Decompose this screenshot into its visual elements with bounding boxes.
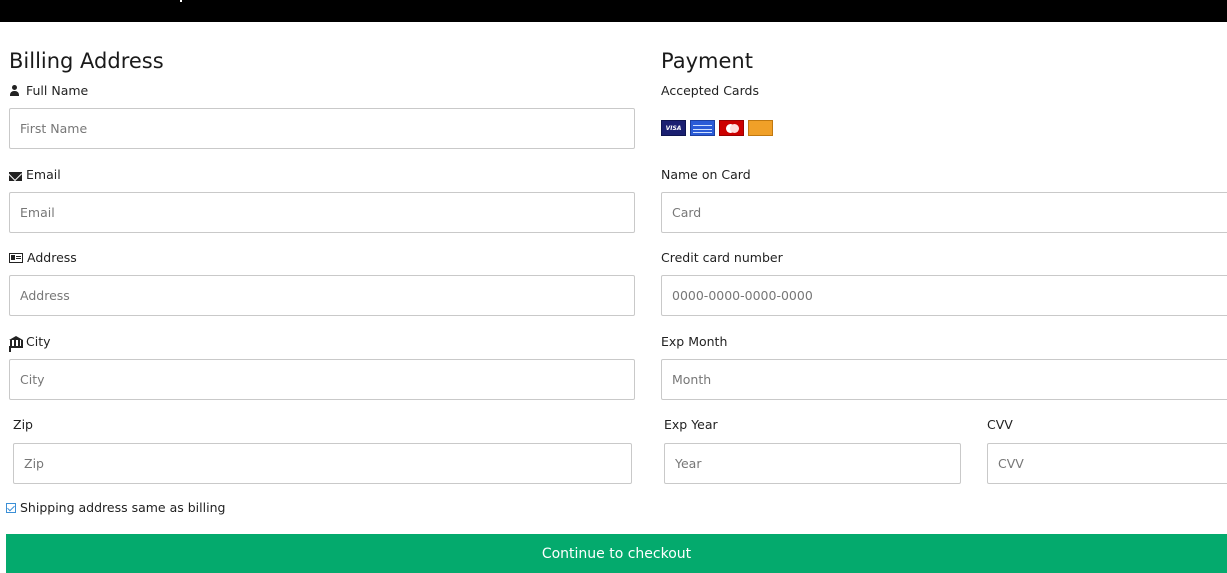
payment-title: Payment bbox=[661, 49, 753, 73]
address-input[interactable] bbox=[9, 275, 635, 316]
top-bar-glyph bbox=[180, 0, 188, 2]
zip-label-text: Zip bbox=[13, 417, 33, 432]
accepted-cards-label: Accepted Cards bbox=[661, 83, 759, 98]
accepted-cards: VISA bbox=[661, 120, 773, 136]
exp-year-input[interactable] bbox=[664, 443, 961, 484]
discover-card-icon bbox=[748, 120, 773, 136]
exp-month-input[interactable] bbox=[661, 359, 1227, 400]
name-on-card-label: Name on Card bbox=[661, 167, 751, 182]
full-name-input[interactable] bbox=[9, 108, 635, 149]
card-number-input[interactable] bbox=[661, 275, 1227, 316]
shipping-same-checkbox[interactable] bbox=[6, 502, 16, 513]
institution-icon bbox=[9, 336, 23, 348]
city-label: City bbox=[9, 334, 51, 350]
zip-input[interactable] bbox=[13, 443, 632, 484]
exp-month-label: Exp Month bbox=[661, 334, 728, 349]
full-name-label: Full Name bbox=[9, 83, 88, 99]
card-number-label: Credit card number bbox=[661, 250, 783, 265]
city-input[interactable] bbox=[9, 359, 635, 400]
card-name-input[interactable] bbox=[661, 192, 1227, 233]
mastercard-icon bbox=[719, 120, 744, 136]
continue-to-checkout-button[interactable]: Continue to checkout bbox=[6, 534, 1227, 573]
user-icon bbox=[9, 85, 22, 97]
shipping-same-label: Shipping address same as billing bbox=[20, 500, 226, 515]
visa-card-icon: VISA bbox=[661, 120, 686, 136]
envelope-icon bbox=[9, 171, 22, 181]
amex-card-icon bbox=[690, 120, 715, 136]
city-label-text: City bbox=[26, 334, 51, 349]
email-label: Email bbox=[9, 167, 61, 183]
top-bar bbox=[0, 0, 1227, 22]
shipping-same-row[interactable]: Shipping address same as billing bbox=[6, 500, 225, 515]
zip-label: Zip bbox=[13, 417, 33, 433]
cvv-input[interactable] bbox=[987, 443, 1227, 484]
full-name-label-text: Full Name bbox=[26, 83, 89, 98]
email-input[interactable] bbox=[9, 192, 635, 233]
exp-year-label: Exp Year bbox=[664, 417, 718, 432]
billing-address-title: Billing Address bbox=[9, 49, 164, 73]
address-label: Address bbox=[9, 250, 77, 266]
cvv-label: CVV bbox=[987, 417, 1013, 432]
email-label-text: Email bbox=[26, 167, 61, 182]
address-label-text: Address bbox=[27, 250, 77, 265]
address-card-icon bbox=[9, 253, 23, 263]
